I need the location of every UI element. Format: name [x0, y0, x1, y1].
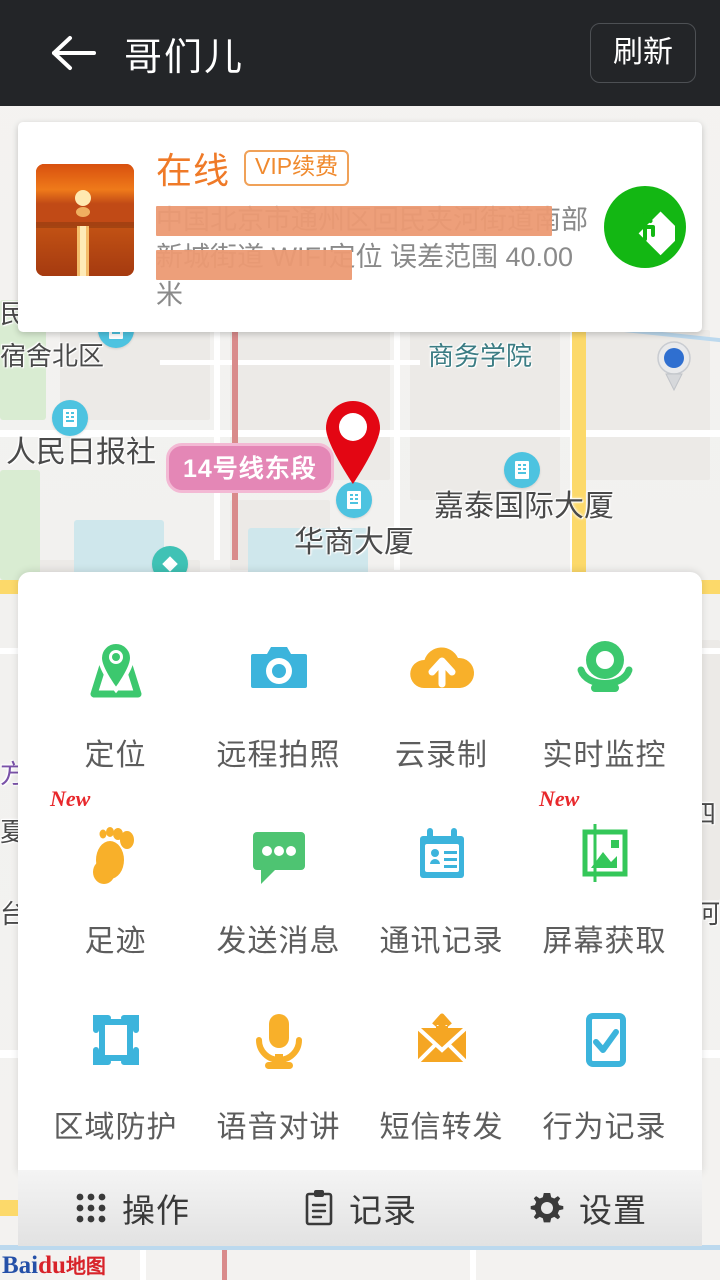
page-title: 哥们儿	[124, 26, 244, 81]
action-label: 实时监控	[543, 730, 667, 774]
map-poi-marker[interactable]	[504, 452, 540, 488]
action-item-cloud-record[interactable]: 云录制	[360, 606, 523, 792]
map-blue-marker[interactable]	[654, 340, 694, 396]
map-label: 人民日报社	[6, 434, 156, 472]
action-item-footprints[interactable]: New 足迹	[34, 792, 197, 978]
action-panel: 定位 远程拍照	[18, 572, 702, 1174]
action-label: 行为记录	[543, 1102, 667, 1146]
building-poi-icon	[336, 482, 372, 518]
location-map-pin-icon	[80, 630, 152, 706]
tab-settings[interactable]: 设置	[474, 1170, 702, 1246]
action-item-remote-photo[interactable]: 远程拍照	[197, 606, 360, 792]
action-item-sms-forward[interactable]: 短信转发	[360, 978, 523, 1164]
microphone-icon	[243, 1002, 315, 1078]
building-poi-icon	[52, 400, 88, 436]
arrow-left-icon	[50, 35, 96, 71]
screen-capture-icon	[569, 816, 641, 892]
tab-label: 记录	[349, 1184, 417, 1232]
action-label: 短信转发	[380, 1102, 504, 1146]
behavior-chart-icon	[569, 1002, 641, 1078]
current-location-pin[interactable]	[322, 398, 384, 486]
vip-renew-button[interactable]: VIP续费	[244, 150, 349, 185]
map-attribution: Baidu地图	[2, 1250, 106, 1280]
avatar[interactable]	[36, 164, 134, 276]
contact-clipboard-icon	[406, 816, 478, 892]
address-text: 中国北京市通州区回民夹河街道南部新城街道 WIFI定位 误差范围 40.00米	[156, 202, 596, 314]
tab-label: 操作	[122, 1184, 190, 1232]
sunset-photo-thumbnail	[36, 164, 134, 276]
refresh-button[interactable]: 刷新	[590, 23, 696, 83]
action-label: 语音对讲	[217, 1102, 341, 1146]
map-label: 华商大厦	[294, 524, 414, 562]
action-label: 发送消息	[217, 916, 341, 960]
map-label: 嘉泰国际大厦	[434, 488, 614, 526]
action-item-locate[interactable]: 定位	[34, 606, 197, 792]
bottom-tab-bar: 操作 记录 设置	[18, 1170, 702, 1246]
new-badge: New	[50, 786, 90, 812]
navigate-direction-icon	[615, 197, 675, 257]
status-row: 在线 VIP续费	[156, 142, 596, 194]
gear-icon	[529, 1190, 565, 1226]
app-root: 14号线东段 民日报社 宿舍北区 人民日报社 北京联合大学 商务学院 嘉泰国际大…	[0, 0, 720, 1280]
back-button[interactable]	[36, 16, 110, 90]
grid-dots-icon	[74, 1191, 108, 1225]
map-green-area	[0, 470, 40, 580]
action-label: 远程拍照	[217, 730, 341, 774]
action-item-send-message[interactable]: 发送消息	[197, 792, 360, 978]
map-poi-marker[interactable]	[52, 400, 88, 436]
building-poi-icon	[504, 452, 540, 488]
action-grid: 定位 远程拍照	[34, 606, 686, 1164]
action-label: 足迹	[85, 916, 147, 960]
map-poi-marker[interactable]	[336, 482, 372, 518]
tab-operations[interactable]: 操作	[18, 1170, 246, 1246]
footprint-icon	[80, 816, 152, 892]
action-label: 通讯记录	[380, 916, 504, 960]
new-badge: New	[539, 786, 579, 812]
app-header: 哥们儿 刷新	[0, 0, 720, 106]
chat-bubble-icon	[243, 816, 315, 892]
envelope-forward-icon	[406, 1002, 478, 1078]
action-label: 云录制	[395, 730, 488, 774]
cloud-upload-icon	[404, 630, 480, 706]
action-item-call-log[interactable]: 通讯记录	[360, 792, 523, 978]
geofence-bracket-icon	[80, 1002, 152, 1078]
camera-icon	[243, 630, 315, 706]
action-label: 定位	[85, 730, 147, 774]
address-block: 中国北京市通州区回民夹河街道南部新城街道 WIFI定位 误差范围 40.00米	[156, 202, 596, 314]
map-road	[160, 360, 420, 365]
action-item-behavior-log[interactable]: 行为记录	[523, 978, 686, 1164]
tab-records[interactable]: 记录	[246, 1170, 474, 1246]
webcam-monitor-icon	[569, 630, 641, 706]
subway-line-label: 14号线东段	[166, 443, 334, 493]
clipboard-list-icon	[303, 1189, 335, 1227]
map-label: 商务学院	[428, 340, 532, 373]
attribution-brand-3: 地图	[66, 1256, 106, 1278]
action-label: 屏幕获取	[543, 916, 667, 960]
action-item-screen-capture[interactable]: New 屏幕获取	[523, 792, 686, 978]
device-info-card: 在线 VIP续费 中国北京市通州区回民夹河街道南部新城街道 WIFI定位 误差范…	[18, 122, 702, 332]
map-road	[214, 300, 220, 560]
action-label: 区域防护	[54, 1102, 178, 1146]
action-item-voice-intercom[interactable]: 语音对讲	[197, 978, 360, 1164]
map-highway	[232, 300, 238, 560]
navigate-button[interactable]	[604, 186, 686, 268]
action-item-geofence[interactable]: 区域防护	[34, 978, 197, 1164]
status-badge: 在线	[156, 142, 230, 194]
action-item-live-monitor[interactable]: 实时监控	[523, 606, 686, 792]
tab-label: 设置	[579, 1184, 647, 1232]
attribution-brand-2: du	[38, 1252, 66, 1279]
device-info-body: 在线 VIP续费 中国北京市通州区回民夹河街道南部新城街道 WIFI定位 误差范…	[134, 140, 596, 314]
attribution-brand-1: Bai	[2, 1252, 38, 1279]
map-main-road	[572, 300, 586, 590]
map-label: 宿舍北区	[0, 340, 104, 373]
